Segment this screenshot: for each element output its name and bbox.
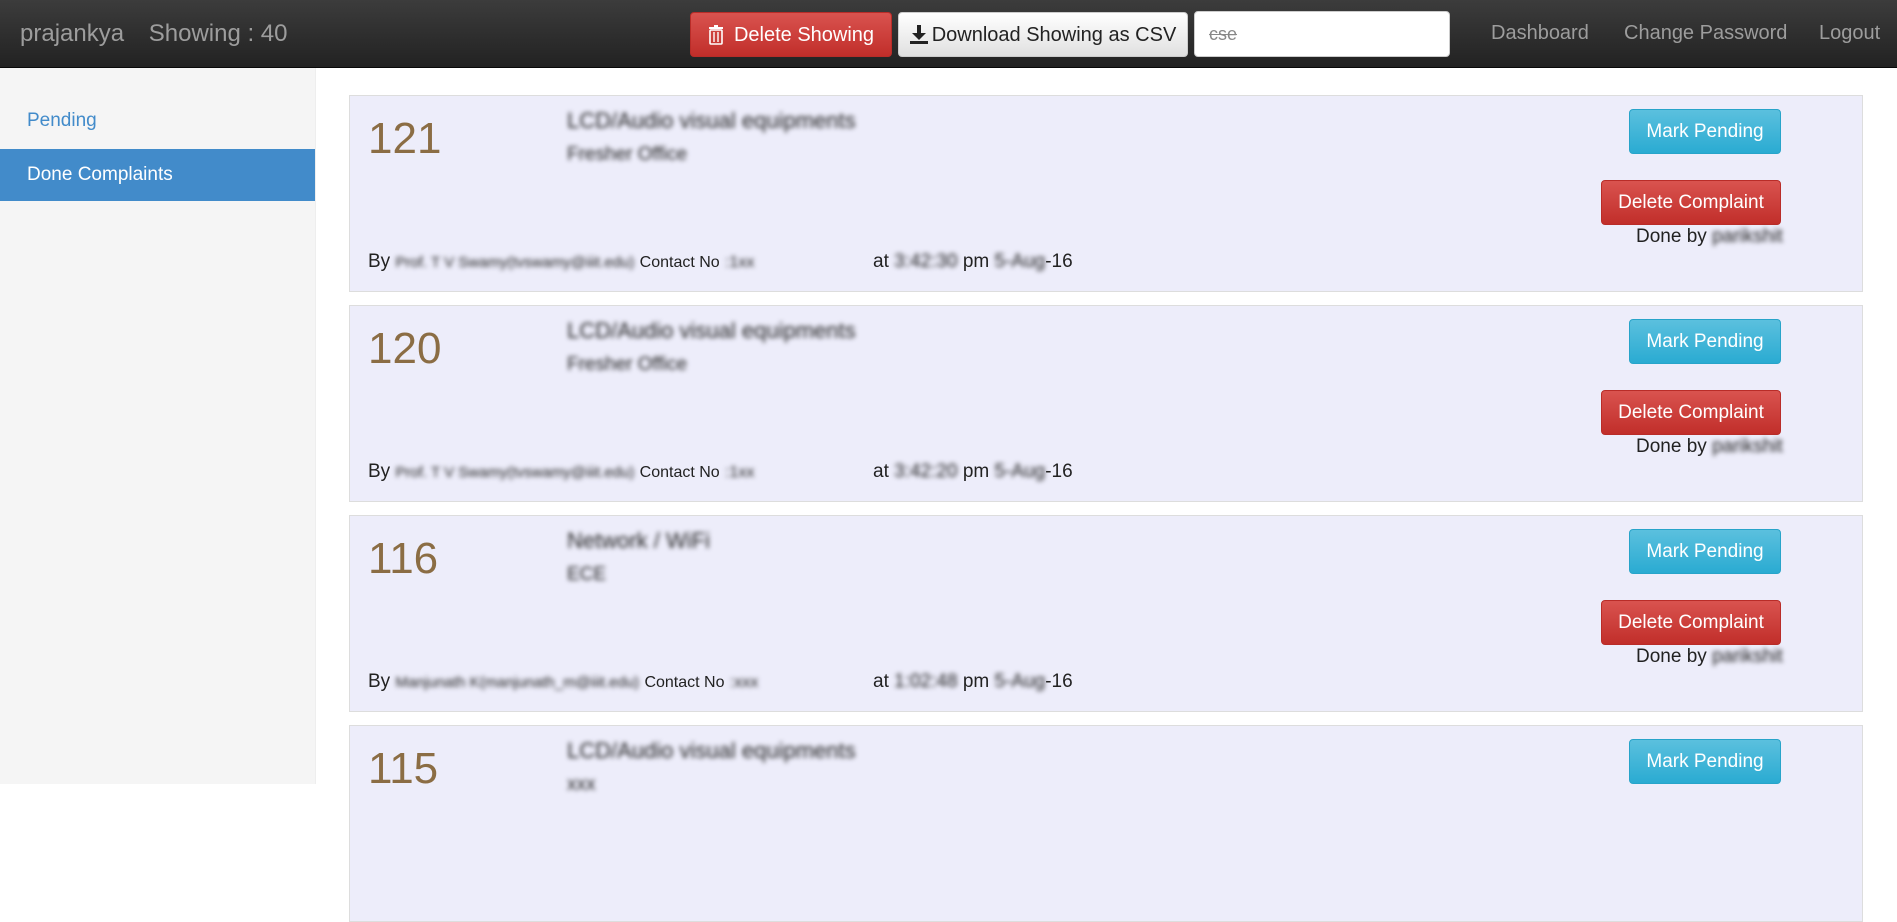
date-value: 5-Aug <box>994 251 1046 272</box>
complaint-location: ECE <box>567 564 607 585</box>
complaint-time: at 3:42:20 pm 5-Aug-16 <box>873 461 1073 483</box>
complaint-id: 116 <box>368 534 439 583</box>
delete-complaint-button[interactable]: Delete Complaint <box>1601 600 1781 645</box>
contact-label: Contact No <box>639 464 720 481</box>
date-year: -16 <box>1045 671 1073 692</box>
by-name: Prof. T V Swamy(tvswamy@iiit.edu) <box>395 464 635 481</box>
mark-pending-button[interactable]: Mark Pending <box>1629 739 1781 784</box>
brand-name[interactable]: prajankya <box>20 20 124 47</box>
by-prefix: By <box>368 461 391 482</box>
sidebar: Pending Done Complaints <box>0 68 316 784</box>
contact-value: :1xx <box>724 464 755 481</box>
download-csv-label: Download Showing as CSV <box>931 23 1177 46</box>
pm-label: pm <box>962 251 990 272</box>
by-prefix: By <box>368 671 391 692</box>
complaint-id: 121 <box>368 114 442 163</box>
done-by-label: Done by <box>1636 436 1707 457</box>
complaint-time: at 3:42:30 pm 5-Aug-16 <box>873 251 1073 273</box>
done-by: Done by parikshit <box>1636 436 1783 458</box>
time-value: 3:42:30 <box>894 251 958 272</box>
complaint-time: at 1:02:48 pm 5-Aug-16 <box>873 671 1073 693</box>
done-by-user: parikshit <box>1712 226 1783 247</box>
complaint-category: LCD/Audio visual equipments <box>567 318 856 343</box>
delete-showing-label: Delete Showing <box>733 23 875 46</box>
date-year: -16 <box>1045 461 1073 482</box>
mark-pending-button[interactable]: Mark Pending <box>1629 109 1781 154</box>
complaint-category: LCD/Audio visual equipments <box>567 738 856 763</box>
complaint-card: 115 LCD/Audio visual equipments xxx Mark… <box>349 725 1863 922</box>
contact-label: Contact No <box>644 674 725 691</box>
download-csv-button[interactable]: Download Showing as CSV <box>898 12 1188 57</box>
logout-link[interactable]: Logout <box>1819 22 1880 45</box>
sidebar-item-done-complaints[interactable]: Done Complaints <box>0 149 315 201</box>
time-value: 3:42:20 <box>894 461 958 482</box>
time-value: 1:02:48 <box>894 671 958 692</box>
done-by: Done by parikshit <box>1636 226 1783 248</box>
complaint-by: By Prof. T V Swamy(tvswamy@iiit.edu) Con… <box>368 251 754 273</box>
done-by-label: Done by <box>1636 226 1707 247</box>
complaint-id: 120 <box>368 324 442 373</box>
complaint-category: Network / WiFi <box>567 528 710 553</box>
complaint-by: By Manjunath K(manjunath_m@iiit.edu) Con… <box>368 671 758 693</box>
pm-label: pm <box>962 671 990 692</box>
done-by-user: parikshit <box>1712 436 1783 457</box>
done-by: Done by parikshit <box>1636 646 1783 668</box>
complaint-by: By Prof. T V Swamy(tvswamy@iiit.edu) Con… <box>368 461 754 483</box>
at-prefix: at <box>873 671 889 692</box>
at-prefix: at <box>873 251 889 272</box>
mark-pending-button[interactable]: Mark Pending <box>1629 319 1781 364</box>
date-value: 5-Aug <box>994 461 1046 482</box>
complaint-id: 115 <box>368 744 439 793</box>
delete-showing-button[interactable]: Delete Showing <box>690 12 892 57</box>
pm-label: pm <box>962 461 990 482</box>
by-name: Manjunath K(manjunath_m@iiit.edu) <box>395 674 640 691</box>
contact-label: Contact No <box>639 254 720 271</box>
complaint-location: Fresher Office <box>567 354 688 375</box>
showing-count: Showing : 40 <box>148 20 288 47</box>
complaint-location: xxx <box>567 774 596 795</box>
brand: prajankya Showing : 40 <box>20 20 306 48</box>
mark-pending-button[interactable]: Mark Pending <box>1629 529 1781 574</box>
contact-value: :1xx <box>724 254 755 271</box>
filter-input[interactable] <box>1194 11 1450 57</box>
top-navbar: prajankya Showing : 40 Delete Showing Do… <box>0 0 1897 68</box>
date-value: 5-Aug <box>994 671 1046 692</box>
complaint-card: 121 LCD/Audio visual equipments Fresher … <box>349 95 1863 292</box>
by-prefix: By <box>368 251 391 272</box>
download-icon <box>909 24 928 44</box>
complaint-category: LCD/Audio visual equipments <box>567 108 856 133</box>
date-year: -16 <box>1045 251 1073 272</box>
complaint-card: 120 LCD/Audio visual equipments Fresher … <box>349 305 1863 502</box>
at-prefix: at <box>873 461 889 482</box>
contact-value: :xxx <box>729 674 759 691</box>
delete-complaint-button[interactable]: Delete Complaint <box>1601 180 1781 225</box>
delete-complaint-button[interactable]: Delete Complaint <box>1601 390 1781 435</box>
by-name: Prof. T V Swamy(tvswamy@iiit.edu) <box>395 254 635 271</box>
done-by-label: Done by <box>1636 646 1707 667</box>
complaint-location: Fresher Office <box>567 144 688 165</box>
sidebar-item-pending[interactable]: Pending <box>0 95 315 147</box>
change-password-link[interactable]: Change Password <box>1624 22 1787 45</box>
dashboard-link[interactable]: Dashboard <box>1491 22 1589 45</box>
done-by-user: parikshit <box>1712 646 1783 667</box>
complaint-card: 116 Network / WiFi ECE By Manjunath K(ma… <box>349 515 1863 712</box>
trash-icon <box>708 24 723 45</box>
